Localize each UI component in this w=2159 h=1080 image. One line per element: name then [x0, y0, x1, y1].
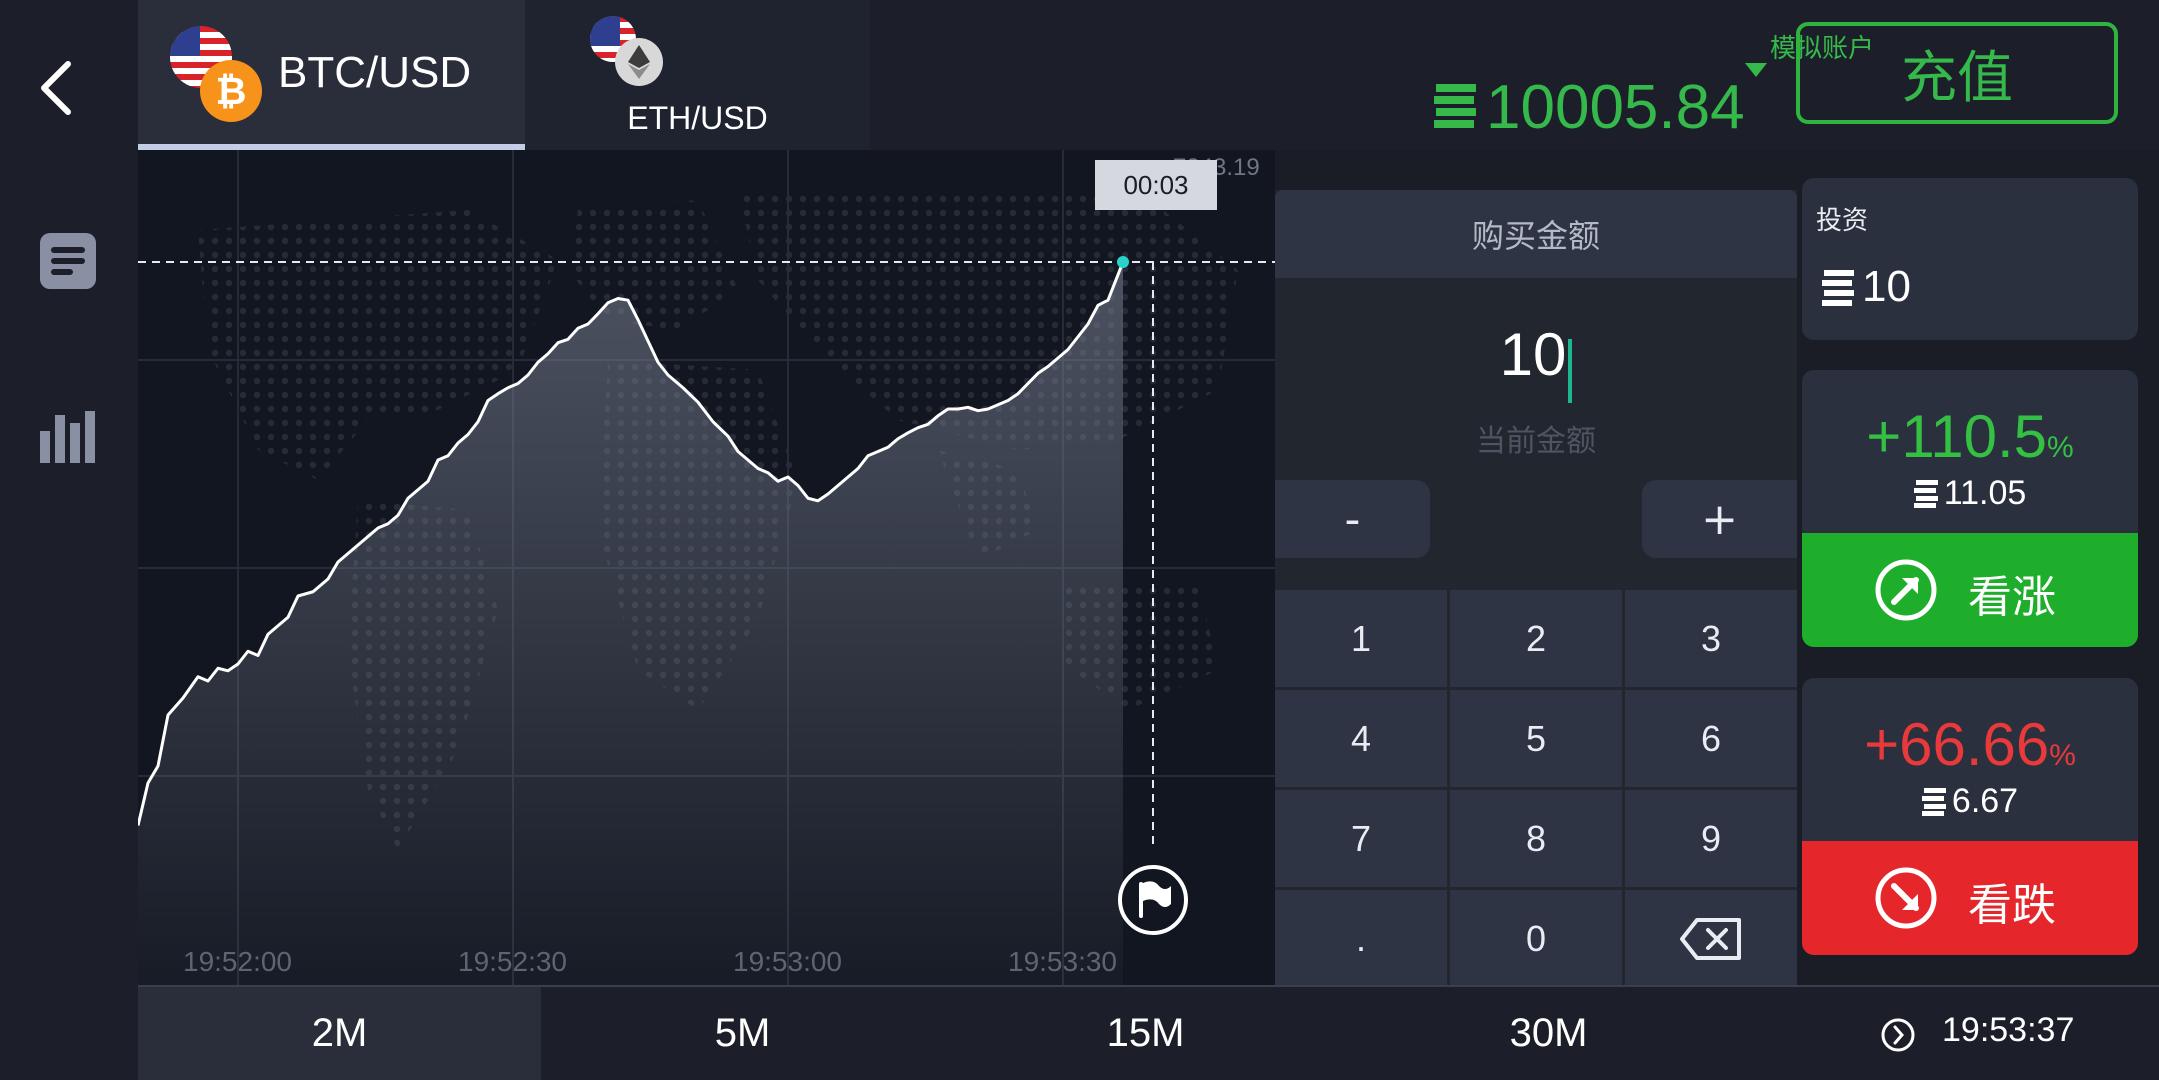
- price-chart-svg: [138, 150, 1275, 985]
- tab-btc-usd[interactable]: ₿ BTC/USD: [138, 0, 525, 150]
- timeframe-30m[interactable]: 30M: [1347, 987, 1750, 1080]
- key-3[interactable]: 3: [1625, 590, 1797, 687]
- amount-panel-header: 购买金额: [1275, 190, 1797, 278]
- timeframe-bar: 2M 5M 15M 30M 19:53:37: [138, 985, 2159, 1080]
- expiry-timer: 00:03: [1095, 160, 1217, 210]
- left-nav-rail: [0, 0, 138, 1080]
- put-button-label: 看跌: [1968, 880, 2056, 931]
- timeframe-5m[interactable]: 5M: [541, 987, 944, 1080]
- arrow-up-right-icon: [1875, 559, 1937, 621]
- time-axis-label: 19:52:30: [458, 946, 567, 977]
- decrease-button[interactable]: -: [1275, 480, 1430, 558]
- coin-stack-icon: [1822, 270, 1854, 306]
- bar-chart-icon[interactable]: [40, 405, 96, 463]
- current-time: 19:53:37: [1942, 1011, 2075, 1049]
- call-card: +110.5% 11.05 看涨: [1802, 370, 2138, 647]
- finish-flag-icon: [1118, 865, 1188, 935]
- deposit-button[interactable]: 充值: [1796, 22, 2118, 124]
- arrow-down-right-icon: [1875, 867, 1937, 929]
- put-button[interactable]: 看跌: [1802, 841, 2138, 955]
- ethereum-icon: [615, 38, 663, 86]
- coin-stack-icon: [1434, 84, 1476, 128]
- timeframe-15m[interactable]: 15M: [944, 987, 1347, 1080]
- key-1[interactable]: 1: [1275, 590, 1447, 687]
- timeframe-2m[interactable]: 2M: [138, 987, 541, 1080]
- amount-panel: 购买金额 10 当前金额 - + 1 2 3 4 5 6 7 8 9 . 0: [1275, 190, 1797, 987]
- tab-label: BTC/USD: [278, 48, 472, 97]
- text-cursor: [1568, 338, 1573, 403]
- key-decimal[interactable]: .: [1275, 890, 1447, 987]
- caret-down-icon[interactable]: [1745, 63, 1767, 77]
- invest-label: 投资: [1816, 206, 1869, 236]
- time-axis-label: 19:53:30: [1008, 946, 1117, 977]
- tab-label: ETH/USD: [627, 100, 768, 136]
- coin-stack-icon: [1921, 787, 1946, 816]
- key-0[interactable]: 0: [1450, 890, 1622, 987]
- increase-button[interactable]: +: [1642, 480, 1797, 558]
- backspace-icon: [1680, 917, 1741, 960]
- call-payout: 11.05: [1802, 474, 2138, 513]
- amount-value: 10: [1499, 321, 1567, 388]
- numeric-keypad: 1 2 3 4 5 6 7 8 9 . 0: [1275, 590, 1797, 987]
- call-button-label: 看涨: [1968, 572, 2056, 623]
- invest-amount: 10: [1862, 262, 1911, 311]
- key-2[interactable]: 2: [1450, 590, 1622, 687]
- call-percent: +110.5%: [1866, 403, 2074, 470]
- top-bar: ₿ BTC/USD ETH/USD 模拟账户 10005.84 充值: [138, 0, 2159, 150]
- key-7[interactable]: 7: [1275, 790, 1447, 887]
- key-8[interactable]: 8: [1450, 790, 1622, 887]
- time-axis-label: 19:52:00: [183, 946, 292, 977]
- put-payout: 6.67: [1802, 782, 2138, 821]
- amount-input[interactable]: 10: [1275, 320, 1797, 403]
- time-axis-label: 19:53:00: [733, 946, 842, 977]
- key-9[interactable]: 9: [1625, 790, 1797, 887]
- price-chart[interactable]: 7843.19 00:03 19:52:00 19:52:30 19:53:00…: [138, 150, 1275, 985]
- put-card: +66.66% 6.67 看跌: [1802, 678, 2138, 955]
- invest-card[interactable]: 投资 10: [1802, 178, 2138, 340]
- key-5[interactable]: 5: [1450, 690, 1622, 787]
- amount-sub-label: 当前金额: [1476, 424, 1596, 459]
- account-balance: 10005.84: [1486, 73, 1745, 142]
- clock-icon: [1881, 1018, 1915, 1052]
- put-percent: +66.66%: [1864, 711, 2076, 778]
- tab-eth-usd[interactable]: ETH/USD: [525, 0, 870, 150]
- chevron-left-icon[interactable]: [38, 60, 74, 116]
- bitcoin-icon: ₿: [200, 60, 262, 122]
- backspace-key[interactable]: [1625, 890, 1797, 987]
- call-button[interactable]: 看涨: [1802, 533, 2138, 647]
- current-price-point: [1117, 256, 1129, 268]
- coin-stack-icon: [1913, 479, 1938, 508]
- key-6[interactable]: 6: [1625, 690, 1797, 787]
- key-4[interactable]: 4: [1275, 690, 1447, 787]
- document-list-icon[interactable]: [40, 233, 96, 289]
